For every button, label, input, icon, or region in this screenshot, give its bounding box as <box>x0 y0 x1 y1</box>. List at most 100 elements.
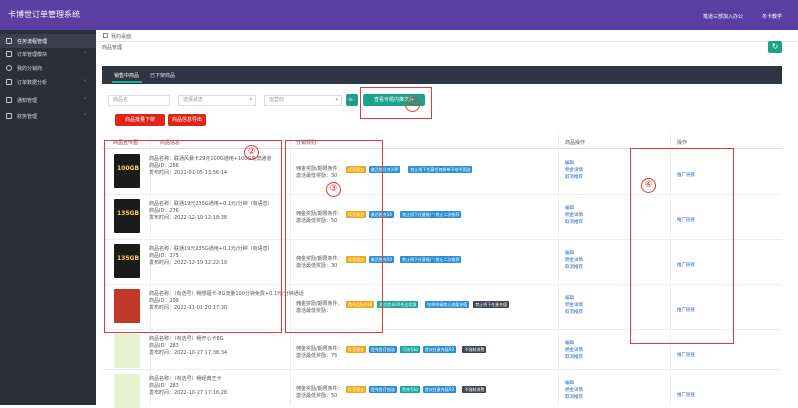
chevron-left-icon: ‹ <box>84 96 86 102</box>
rule-tag: 不强制消费 <box>462 386 487 393</box>
export-button[interactable]: 商品信息导出 <box>168 114 206 126</box>
product-action-link[interactable]: 佣金详情 <box>565 302 583 309</box>
rule-text: 佣金奖励/期限条件： 激活最低奖励：50 <box>296 386 343 400</box>
sidebar-item-orders[interactable]: 订单管理模块 ‹ <box>0 47 96 61</box>
user-icon <box>6 65 12 71</box>
rule-tag: 禁止线下任意推广-禁止二次推荐 <box>400 256 462 263</box>
tab-on-sale[interactable]: 销售中商品 <box>114 72 139 79</box>
annotation-number-2: ② <box>244 145 259 160</box>
rule-tag: 首次任意充值50 <box>422 346 456 353</box>
rule-tag: 在线申请禁止流量充值 <box>425 301 470 308</box>
product-action-link[interactable]: 取消推荐 <box>565 309 583 316</box>
rule-tag: 首充号码 <box>400 386 420 393</box>
product-action-link[interactable]: 编辑 <box>565 160 583 167</box>
product-action-link[interactable]: 编辑 <box>565 205 583 212</box>
divider <box>558 134 559 405</box>
product-action-link[interactable]: 取消推荐 <box>565 174 583 181</box>
rule-tag: 首充首月加油 <box>368 386 397 393</box>
product-action-link[interactable]: 佣金详情 <box>565 257 583 264</box>
product-actions: 编辑 佣金详情 取消推荐 <box>565 295 583 316</box>
product-actions: 编辑 佣金详情 取消推荐 <box>565 250 583 271</box>
promo-link[interactable]: 推广链接 <box>677 352 695 358</box>
sidebar-item-finance[interactable]: 财务管理 ‹ <box>0 109 96 123</box>
rule-tag: 续签佣金 <box>346 386 366 393</box>
sidebar-item-label: 任务流程管理 <box>17 39 48 45</box>
product-action-link[interactable]: 取消推荐 <box>565 219 583 226</box>
status-select[interactable]: 选择状态 ▾ <box>178 95 256 106</box>
sidebar-item-label: 订单管理模块 <box>17 52 48 58</box>
product-action-link[interactable]: 取消推荐 <box>565 264 583 271</box>
sidebar-item-distributors[interactable]: 我的分销商 <box>0 61 96 75</box>
rule-tag: 续签佣金 <box>346 346 366 353</box>
promo-link[interactable]: 推广链接 <box>677 392 695 398</box>
rule-tag: 可选号码 <box>400 346 420 353</box>
user-org-link[interactable]: 笔道三部加入办公 <box>703 13 743 20</box>
product-actions: 编辑 佣金详情 取消推荐 <box>565 340 583 361</box>
product-action-link[interactable]: 佣金详情 <box>565 212 583 219</box>
rule-tag: 禁止线下任意推广-禁止二次推荐 <box>400 211 462 218</box>
rule-rule1: 佣金奖励/期限条件： <box>296 386 343 392</box>
product-action-link[interactable]: 编辑 <box>565 295 583 302</box>
annotation-box-2 <box>104 140 282 333</box>
sidebar-item-label: 订单数据分析 <box>17 80 48 86</box>
rule-rule2: 激活最低奖励：50 <box>296 393 338 399</box>
product-action-link[interactable]: 取消推荐 <box>565 354 583 361</box>
product-actions: 编辑 佣金详情 取消推荐 <box>565 380 583 401</box>
user-name-link[interactable]: 冬卡教学 <box>762 13 782 20</box>
annotation-box-3 <box>285 140 383 333</box>
sidebar-item-tasks[interactable]: 任务流程管理 <box>0 34 96 48</box>
breadcrumb-tab[interactable]: 我的桌面 <box>111 33 131 40</box>
grid-icon <box>6 38 12 44</box>
bell-icon <box>6 97 12 103</box>
tab-bar: 销售中商品 已下架商品 <box>102 66 782 84</box>
breadcrumb: 我的桌面 <box>96 30 798 42</box>
product-action-link[interactable]: 佣金详情 <box>565 347 583 354</box>
product-actions: 编辑 佣金详情 取消推荐 <box>565 205 583 226</box>
sidebar: 任务流程管理 订单管理模块 ‹ 我的分销商 订单数据分析 ‹ 通知管理 ‹ 财务… <box>0 30 96 405</box>
sidebar-item-analytics[interactable]: 订单数据分析 ‹ <box>0 75 96 89</box>
carrier-select[interactable]: 运营商 ▾ <box>264 95 342 106</box>
rule-rule2: 激活最低奖励：75 <box>296 353 338 359</box>
rule-tag: 禁止线下任意任何刷单不给予奖励 <box>408 166 473 173</box>
product-name-input[interactable]: 商品名 <box>108 95 170 106</box>
product-action-link[interactable]: 佣金详情 <box>565 167 583 174</box>
rule-text: 佣金奖励/期限条件： 激活最低奖励：75 <box>296 346 343 360</box>
product-action-link[interactable]: 取消推荐 <box>565 394 583 401</box>
rule-tag: 首充首月加油 <box>368 346 397 353</box>
product-action-link[interactable]: 佣金详情 <box>565 387 583 394</box>
rule-tag: 首次任意充值50 <box>422 386 456 393</box>
product-id: 商品ID：283 <box>149 343 179 349</box>
chevron-left-icon: ‹ <box>84 78 86 84</box>
product-actions: 编辑 佣金详情 取消推荐 <box>565 160 583 181</box>
sidebar-item-label: 财务管理 <box>17 114 38 120</box>
annotation-number-3: ③ <box>326 182 341 197</box>
col-header-ops: 操作 <box>677 140 688 146</box>
product-thumbnail[interactable] <box>114 374 140 408</box>
list-icon <box>6 51 12 57</box>
annotation-number-4: ④ <box>641 178 656 193</box>
product-action-link[interactable]: 编辑 <box>565 250 583 257</box>
product-time: 发布时间：2022-10-27 17:16:28 <box>149 390 228 396</box>
sidebar-item-notices[interactable]: 通知管理 ‹ <box>0 93 96 107</box>
refresh-button[interactable]: ↻ <box>768 41 782 53</box>
col-header-product-ops: 商品操作 <box>565 140 586 146</box>
annotation-number-1: ① <box>405 97 420 112</box>
search-icon: 🔍 <box>348 98 356 104</box>
chevron-left-icon: ‹ <box>84 112 86 118</box>
product-action-link[interactable]: 编辑 <box>565 340 583 347</box>
product-thumbnail[interactable] <box>114 334 140 368</box>
product-info: 商品名称：（有选号）畅开心卡8G 商品ID：283 发布时间：2022-10-27 … <box>149 336 227 357</box>
search-button[interactable]: 🔍 <box>346 94 358 106</box>
product-id: 商品ID：283 <box>149 383 179 389</box>
batch-offshelf-button[interactable]: 商品批量下架 <box>115 114 165 126</box>
tab-off-shelf[interactable]: 已下架商品 <box>150 72 175 79</box>
rule-rule1: 佣金奖励/期限条件： <box>296 346 343 352</box>
chevron-left-icon: ‹ <box>84 50 86 56</box>
home-icon <box>103 33 108 38</box>
row-divider <box>102 369 782 370</box>
product-time: 发布时间：2022-10-27 17:38:34 <box>149 350 228 356</box>
annotation-box-1 <box>360 87 432 119</box>
product-action-link[interactable]: 编辑 <box>565 380 583 387</box>
app-title: 卡博世订单管理系统 <box>8 10 80 19</box>
sidebar-item-label: 通知管理 <box>17 98 38 104</box>
